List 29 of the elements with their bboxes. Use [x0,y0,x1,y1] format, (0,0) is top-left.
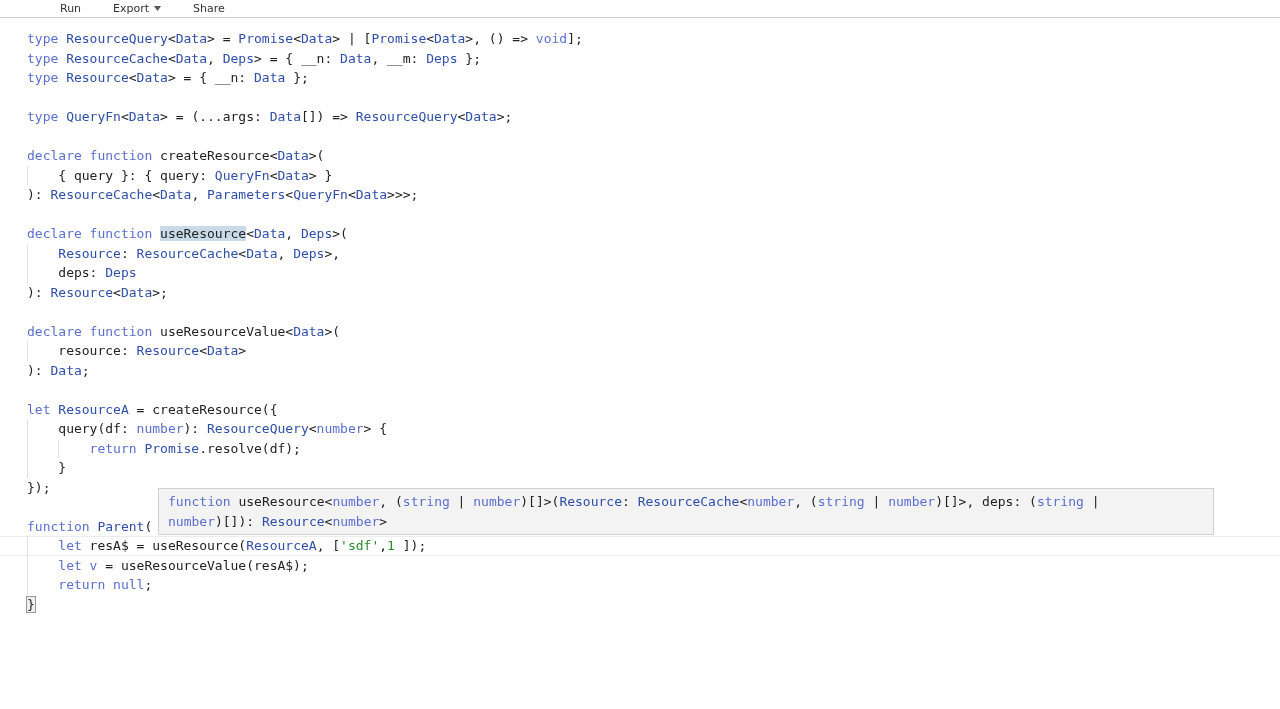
code-line: query(df: number): ResourceQuery<number> { [57,421,388,436]
code-line: declare function createResource<Data>( [27,148,325,163]
code-line: return null; [57,577,153,592]
code-line: ): Data; [27,362,90,378]
code-line: type ResourceCache<Data, Deps> = { __n: Data, __m: Deps }; [27,50,481,66]
code-line: return Promise.resolve(df); [88,440,301,456]
code-line: deps: Deps [57,265,137,280]
code-line: declare function useResource<Data, Deps>( [27,226,348,241]
code-line: resource: Resource<Data> [57,343,247,358]
tooltip-line: number)[]): Resource<number> [168,512,389,531]
code-line: ): ResourceCache<Data, Parameters<QueryFn<Data>>>; [27,187,419,202]
code-line: Resource: ResourceCache<Data, Deps>, [57,245,341,261]
code-line: declare function useResourceValue<Data>( [27,323,341,339]
code-line: let ResourceA = createResource({ [27,401,278,417]
code-line: type Resource<Data> = { __n: Data }; [27,70,309,85]
code-line: let v = useResourceValue(resA$); [57,557,309,573]
caret-icon [154,6,162,11]
menu-item[interactable]: Export [111,0,164,17]
tooltip-line: function useResource<number, (string | number)[]>(Resource: ResourceCache<number, (string | number)[]>, deps: (string | [168,493,1101,511]
code-line: } [57,460,67,475]
code-line: { query }: { query: QueryFn<Data> } [57,167,333,183]
code-line: let resA$ = useResource(ResourceA, ['sdf',1 ]); [57,538,427,553]
menu-item[interactable]: Run [58,0,84,17]
code-line: type ResourceQuery<Data> = Promise<Data> | [Promise<Data>, () => void]; [27,31,583,46]
code-line: }); [27,479,51,495]
menu-item[interactable]: Share [191,0,227,17]
code-line: ): Resource<Data>; [27,284,168,300]
code-line: function Parent( [27,518,153,534]
code-line: type QueryFn<Data> = (...args: Data[]) => ResourceQuery<Data>; [27,109,513,124]
